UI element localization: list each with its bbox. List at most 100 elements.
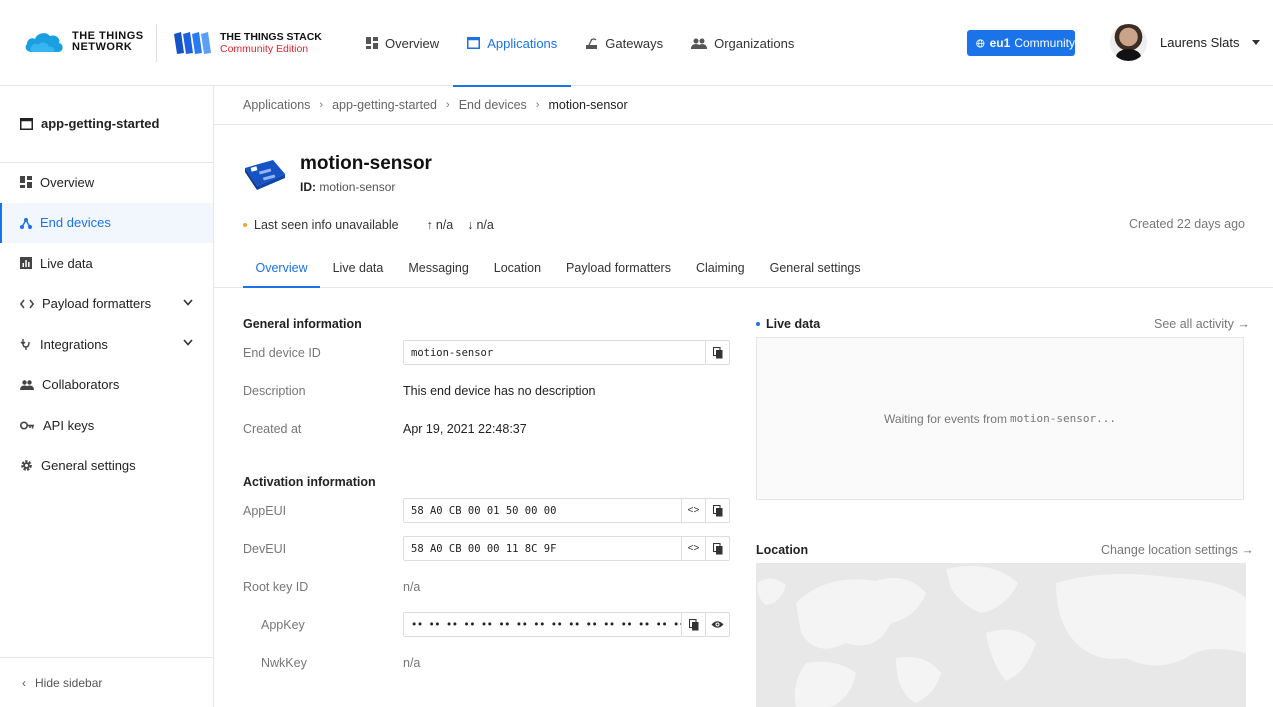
copy-button[interactable]	[705, 341, 729, 364]
sidebar-item-integrations[interactable]: Integrations	[0, 324, 213, 365]
downlink-count: n/a	[476, 218, 494, 232]
sidebar-item-api-keys[interactable]: API keys	[0, 405, 213, 446]
chevron-right-icon: ›	[535, 99, 540, 111]
live-data-box: Waiting for events from motion-sensor ..…	[756, 337, 1244, 500]
sidebar-item-live-data[interactable]: Live data	[0, 243, 213, 284]
top-header: THE THINGS NETWORK THE THINGS STACK Comm…	[0, 0, 1273, 87]
tab-general-settings[interactable]: General settings	[757, 248, 873, 287]
gear-icon	[21, 460, 32, 472]
deveui-value[interactable]: 58 A0 CB 00 00 11 8C 9F	[404, 543, 681, 555]
tab-payload-formatters[interactable]: Payload formatters	[554, 248, 684, 287]
code-icon: <>	[687, 543, 700, 554]
created-at-label: Created at	[243, 422, 302, 436]
sidebar-item-collaborators[interactable]: Collaborators	[0, 365, 213, 406]
status-dot	[243, 223, 247, 227]
nav-overview-label: Overview	[385, 35, 440, 51]
live-data-panel-title: Live data	[756, 317, 820, 331]
copy-icon	[712, 542, 722, 554]
user-menu[interactable]: Laurens Slats	[1110, 24, 1260, 61]
tab-claiming[interactable]: Claiming	[683, 248, 757, 287]
appeui-label: AppEUI	[243, 504, 287, 518]
waiting-suffix: ...	[1096, 412, 1116, 425]
application-icon	[467, 37, 481, 49]
nav-organizations[interactable]: Organizations	[677, 0, 808, 86]
chevron-down-icon[interactable]	[183, 339, 193, 346]
appeui-value[interactable]: 58 A0 CB 00 01 50 00 00	[404, 505, 681, 517]
cluster-selector-button[interactable]: eu1 Community	[967, 30, 1075, 56]
appkey-field: •• •• •• •• •• •• •• •• •• •• •• •• •• •…	[403, 612, 730, 637]
globe-icon	[976, 38, 985, 48]
cluster-label: Community	[1014, 36, 1075, 50]
sidebar-item-end-devices[interactable]: End devices	[0, 202, 213, 243]
tab-location[interactable]: Location	[481, 248, 553, 287]
device-status-row: Last seen info unavailable ↑ n/a ↓ n/a C…	[243, 217, 1245, 233]
sidebar-item-payload-formatters[interactable]: Payload formatters	[0, 284, 213, 325]
device-icon	[20, 217, 32, 229]
description-label: Description	[243, 384, 306, 398]
tab-overview[interactable]: Overview	[243, 248, 321, 288]
nav-overview[interactable]: Overview	[352, 0, 453, 86]
eye-icon	[711, 621, 724, 628]
cluster-region: eu1	[989, 36, 1011, 50]
sidebar-item-overview[interactable]: Overview	[0, 162, 213, 203]
breadcrumb-application[interactable]: app-getting-started	[332, 98, 437, 112]
appkey-value[interactable]: •• •• •• •• •• •• •• •• •• •• •• •• •• •…	[404, 619, 681, 631]
main-nav: Overview Applications Gateways Organizat…	[352, 0, 808, 87]
breadcrumb-end-devices[interactable]: End devices	[459, 98, 527, 112]
code-icon	[20, 299, 34, 309]
toggle-format-button[interactable]: <>	[681, 537, 705, 560]
show-key-button[interactable]	[705, 613, 729, 636]
end-device-id-label: End device ID	[243, 346, 321, 360]
copy-button[interactable]	[681, 613, 705, 636]
tts-logo-subtitle: Community Edition	[220, 42, 309, 55]
arrow-up-icon: ↑	[426, 218, 433, 232]
dashboard-icon	[20, 176, 32, 189]
sidebar-item-general-settings[interactable]: General settings	[0, 446, 213, 487]
sidebar-item-label: Payload formatters	[42, 296, 152, 312]
live-data-title: Live data	[766, 317, 821, 331]
root-key-id-label: Root key ID	[243, 580, 309, 594]
nav-organizations-label: Organizations	[714, 35, 795, 51]
tab-messaging[interactable]: Messaging	[396, 248, 481, 287]
tab-live-data[interactable]: Live data	[320, 248, 396, 287]
sidebar-item-label: Overview	[40, 174, 95, 190]
copy-button[interactable]	[705, 537, 729, 560]
nwkkey-label: NwkKey	[261, 656, 307, 670]
sidebar-app-title: app-getting-started	[20, 116, 159, 131]
root-key-id-value: n/a	[403, 580, 421, 594]
integration-icon	[20, 338, 30, 350]
sidebar: app-getting-started Overview End devices…	[0, 86, 214, 707]
end-device-id-field: motion-sensor	[403, 340, 730, 365]
gateway-icon	[586, 37, 598, 49]
change-location-link[interactable]: Change location settings →	[1101, 543, 1254, 557]
see-all-activity-link[interactable]: See all activity →	[1154, 317, 1250, 331]
location-map[interactable]	[756, 563, 1246, 707]
copy-icon	[712, 346, 722, 358]
breadcrumb: Applications › app-getting-started › End…	[214, 86, 1273, 125]
ttn-logo[interactable]: THE THINGS NETWORK	[24, 30, 144, 54]
device-board-icon	[245, 160, 285, 190]
appkey-label: AppKey	[261, 618, 305, 632]
code-icon: <>	[687, 505, 700, 516]
hide-sidebar-label: Hide sidebar	[35, 675, 103, 690]
created-at-value: Apr 19, 2021 22:48:37	[403, 422, 527, 436]
people-icon	[20, 380, 34, 390]
end-device-id-value[interactable]: motion-sensor	[404, 347, 705, 359]
sidebar-item-label: Live data	[40, 255, 93, 271]
avatar	[1110, 24, 1147, 61]
waiting-prefix: Waiting for events from	[884, 411, 1007, 426]
user-name: Laurens Slats	[1160, 35, 1240, 50]
toggle-format-button[interactable]: <>	[681, 499, 705, 522]
map-land-shapes	[757, 566, 1246, 707]
last-seen-status: Last seen info unavailable	[254, 218, 399, 232]
logo-divider	[156, 24, 157, 62]
copy-button[interactable]	[705, 499, 729, 522]
chevron-left-icon: ‹	[22, 675, 26, 690]
nav-gateways[interactable]: Gateways	[571, 0, 677, 86]
chevron-down-icon[interactable]	[183, 298, 193, 306]
breadcrumb-applications[interactable]: Applications	[243, 98, 310, 112]
tts-logo[interactable]: THE THINGS STACK Community Edition	[174, 31, 322, 55]
nav-applications[interactable]: Applications	[453, 0, 572, 87]
device-id-value: motion-sensor	[319, 180, 396, 194]
hide-sidebar-button[interactable]: ‹ Hide sidebar	[0, 657, 213, 707]
